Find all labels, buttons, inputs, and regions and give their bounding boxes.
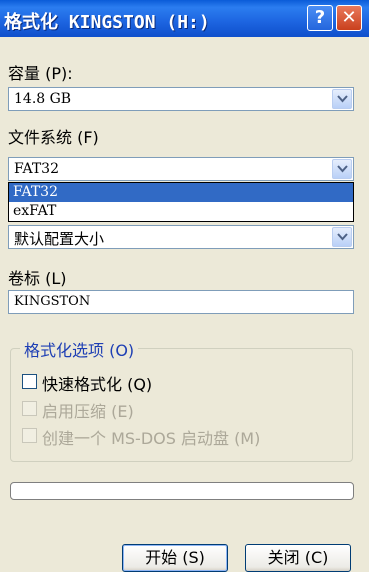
format-options-title: 格式化选项 (O) bbox=[20, 337, 139, 361]
msdos-disk-label: 创建一个 MS-DOS 启动盘 (M) bbox=[42, 429, 261, 448]
capacity-select[interactable]: 14.8 GB bbox=[8, 87, 354, 111]
allocation-value: 默认配置大小 bbox=[14, 230, 105, 248]
filesystem-dropdown-list: FAT32 exFAT bbox=[8, 182, 354, 222]
capacity-label: 容量 (P): bbox=[8, 64, 73, 83]
filesystem-option-exfat[interactable]: exFAT bbox=[9, 202, 353, 221]
volume-label-label: 卷标 (L) bbox=[8, 269, 67, 288]
capacity-dropdown-button[interactable] bbox=[332, 89, 352, 109]
filesystem-dropdown-button[interactable] bbox=[332, 159, 352, 179]
help-button[interactable]: ? bbox=[307, 5, 333, 31]
chevron-down-icon bbox=[337, 165, 348, 173]
volume-label-input[interactable]: KINGSTON bbox=[8, 290, 354, 314]
close-window-button[interactable]: ✕ bbox=[336, 5, 362, 31]
start-button[interactable]: 开始 (S) bbox=[122, 544, 228, 572]
allocation-dropdown-button[interactable] bbox=[332, 227, 352, 247]
filesystem-select[interactable]: FAT32 bbox=[8, 157, 354, 181]
chevron-down-icon bbox=[337, 95, 348, 103]
close-icon: ✕ bbox=[341, 7, 357, 28]
msdos-disk-checkbox bbox=[22, 428, 37, 443]
quick-format-label[interactable]: 快速格式化 (Q) bbox=[42, 371, 152, 395]
help-icon: ? bbox=[314, 7, 326, 28]
format-progress-bar bbox=[10, 482, 354, 500]
compression-label: 启用压缩 (E) bbox=[42, 402, 134, 421]
chevron-down-icon bbox=[337, 233, 348, 241]
compression-checkbox bbox=[22, 401, 37, 416]
close-button[interactable]: 关闭 (C) bbox=[245, 544, 351, 572]
quick-format-checkbox[interactable] bbox=[22, 374, 37, 389]
format-dialog: 格式化 KINGSTON (H:) ? ✕ 容量 (P): 14.8 GB 文件… bbox=[0, 0, 369, 572]
window-title: 格式化 KINGSTON (H:) bbox=[4, 12, 210, 33]
title-bar[interactable]: 格式化 KINGSTON (H:) ? ✕ bbox=[0, 0, 369, 37]
capacity-value: 14.8 GB bbox=[14, 91, 72, 107]
filesystem-option-fat32[interactable]: FAT32 bbox=[9, 183, 353, 202]
allocation-select[interactable]: 默认配置大小 bbox=[8, 225, 354, 249]
filesystem-label: 文件系统 (F) bbox=[8, 128, 99, 147]
filesystem-value: FAT32 bbox=[14, 161, 59, 177]
